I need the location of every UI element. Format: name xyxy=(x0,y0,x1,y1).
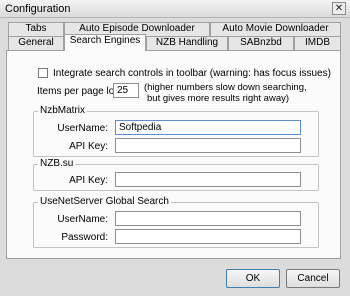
close-button[interactable]: ✕ xyxy=(332,2,346,15)
usenetserver-username-input[interactable] xyxy=(115,211,301,226)
nzbsu-group-title: NZB.su xyxy=(38,158,76,169)
items-per-page-input[interactable]: 25 xyxy=(113,83,139,98)
nzbsu-apikey-input[interactable] xyxy=(115,172,301,187)
tab-nzb-handling[interactable]: NZB Handling xyxy=(146,36,228,50)
tab-auto-movie-downloader[interactable]: Auto Movie Downloader xyxy=(210,22,341,36)
nzbsu-apikey-label: API Key: xyxy=(69,175,108,186)
nzbmatrix-username-input[interactable]: Softpedia xyxy=(115,120,301,135)
nzbmatrix-apikey-label: API Key: xyxy=(69,141,108,152)
tab-search-engines[interactable]: Search Engines xyxy=(64,34,146,51)
items-per-page-note-1: (higher numbers slow down searching, xyxy=(144,82,307,93)
tab-imdb[interactable]: IMDB xyxy=(294,36,341,50)
usenetserver-group-title: UseNetServer Global Search xyxy=(38,196,171,207)
tab-sabnzbd[interactable]: SABnzbd xyxy=(228,36,294,50)
nzbmatrix-apikey-input[interactable] xyxy=(115,138,301,153)
integrate-search-checkbox[interactable] xyxy=(38,68,48,78)
ok-button[interactable]: OK xyxy=(226,269,280,288)
integrate-search-label: Integrate search controls in toolbar (wa… xyxy=(53,68,331,79)
nzbsu-group: NZB.su API Key: xyxy=(33,158,319,191)
nzbmatrix-group: NzbMatrix UserName: Softpedia API Key: xyxy=(33,105,319,157)
search-engines-panel: Integrate search controls in toolbar (wa… xyxy=(6,50,341,259)
cancel-button[interactable]: Cancel xyxy=(286,269,340,288)
window-title: Configuration xyxy=(5,3,71,15)
close-icon: ✕ xyxy=(334,3,344,14)
tab-general[interactable]: General xyxy=(8,36,64,50)
nzbmatrix-group-title: NzbMatrix xyxy=(38,105,88,116)
usenetserver-password-input[interactable] xyxy=(115,229,301,244)
title-bar: Configuration ✕ xyxy=(0,0,350,18)
usenetserver-username-label: UserName: xyxy=(57,214,108,225)
nzbmatrix-username-label: UserName: xyxy=(57,123,108,134)
items-per-page-note-2: but gives more results right away) xyxy=(147,93,290,104)
usenetserver-password-label: Password: xyxy=(61,232,108,243)
tab-tabs[interactable]: Tabs xyxy=(8,22,64,36)
usenetserver-group: UseNetServer Global Search UserName: Pas… xyxy=(33,196,319,248)
